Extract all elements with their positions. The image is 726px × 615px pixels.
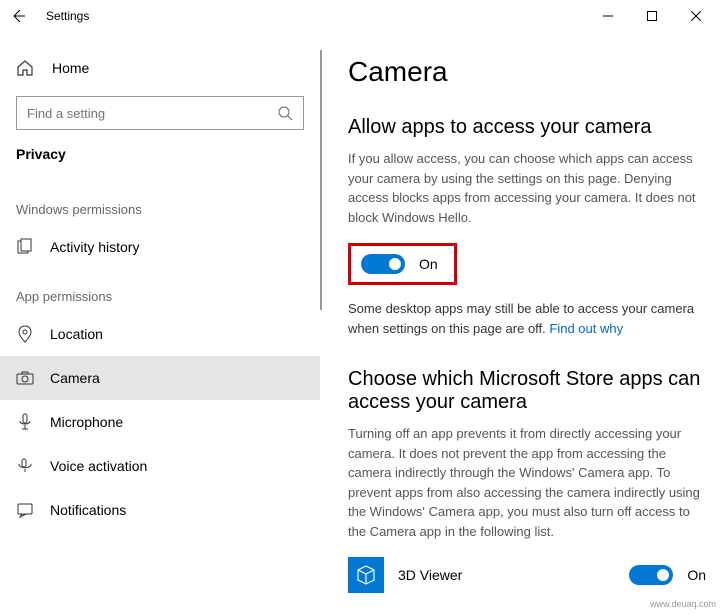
sidebar-item-label: Activity history: [50, 239, 139, 255]
sidebar-item-notifications[interactable]: Notifications: [16, 488, 320, 532]
section-windows-permissions: Windows permissions: [16, 182, 320, 225]
choose-apps-title: Choose which Microsoft Store apps can ac…: [348, 368, 706, 414]
sidebar-item-camera[interactable]: Camera: [0, 356, 320, 400]
watermark: www.deuaq.com: [650, 599, 716, 609]
search-input[interactable]: [27, 106, 277, 121]
sidebar-item-activity-history[interactable]: Activity history: [16, 225, 320, 269]
sidebar-item-voice-activation[interactable]: Voice activation: [16, 444, 320, 488]
page-title: Camera: [348, 56, 706, 88]
back-button[interactable]: [8, 6, 28, 26]
section-app-permissions: App permissions: [16, 269, 320, 312]
search-box[interactable]: [16, 96, 304, 130]
app-toggle-state: On: [687, 567, 706, 583]
sidebar: Home Privacy Windows permissions Activit…: [0, 32, 320, 615]
highlight-box: On: [348, 243, 457, 285]
title-bar: Settings: [0, 0, 726, 32]
activity-icon: [16, 238, 34, 256]
sidebar-item-label: Location: [50, 326, 103, 342]
close-button[interactable]: [674, 1, 718, 31]
toggle-state-label: On: [419, 256, 438, 272]
app-row-3d-viewer: 3D Viewer On: [348, 557, 706, 593]
voice-icon: [16, 457, 34, 475]
sidebar-item-location[interactable]: Location: [16, 312, 320, 356]
home-nav[interactable]: Home: [16, 48, 320, 88]
microphone-icon: [16, 413, 34, 431]
note-text: Some desktop apps may still be able to a…: [348, 301, 694, 336]
location-icon: [16, 325, 34, 343]
maximize-button[interactable]: [630, 1, 674, 31]
allow-apps-title: Allow apps to access your camera: [348, 116, 706, 139]
minimize-button[interactable]: [586, 1, 630, 31]
notifications-icon: [16, 501, 34, 519]
3d-viewer-icon: [348, 557, 384, 593]
scrollbar[interactable]: [320, 50, 322, 310]
sidebar-item-microphone[interactable]: Microphone: [16, 400, 320, 444]
choose-apps-desc: Turning off an app prevents it from dire…: [348, 424, 706, 541]
desktop-apps-note: Some desktop apps may still be able to a…: [348, 299, 706, 338]
home-icon: [16, 59, 34, 77]
app-name: 3D Viewer: [398, 567, 615, 583]
sidebar-item-label: Camera: [50, 370, 100, 386]
3d-viewer-toggle[interactable]: [629, 565, 673, 585]
camera-icon: [16, 369, 34, 387]
sidebar-item-label: Microphone: [50, 414, 123, 430]
find-out-why-link[interactable]: Find out why: [549, 321, 623, 336]
allow-apps-desc: If you allow access, you can choose whic…: [348, 149, 706, 227]
search-icon: [277, 105, 293, 121]
sidebar-item-label: Voice activation: [50, 458, 147, 474]
main-panel: Camera Allow apps to access your camera …: [320, 32, 726, 615]
home-label: Home: [52, 60, 89, 76]
allow-apps-toggle[interactable]: [361, 254, 405, 274]
current-category: Privacy: [16, 142, 320, 182]
sidebar-item-label: Notifications: [50, 502, 126, 518]
app-title: Settings: [46, 9, 89, 23]
